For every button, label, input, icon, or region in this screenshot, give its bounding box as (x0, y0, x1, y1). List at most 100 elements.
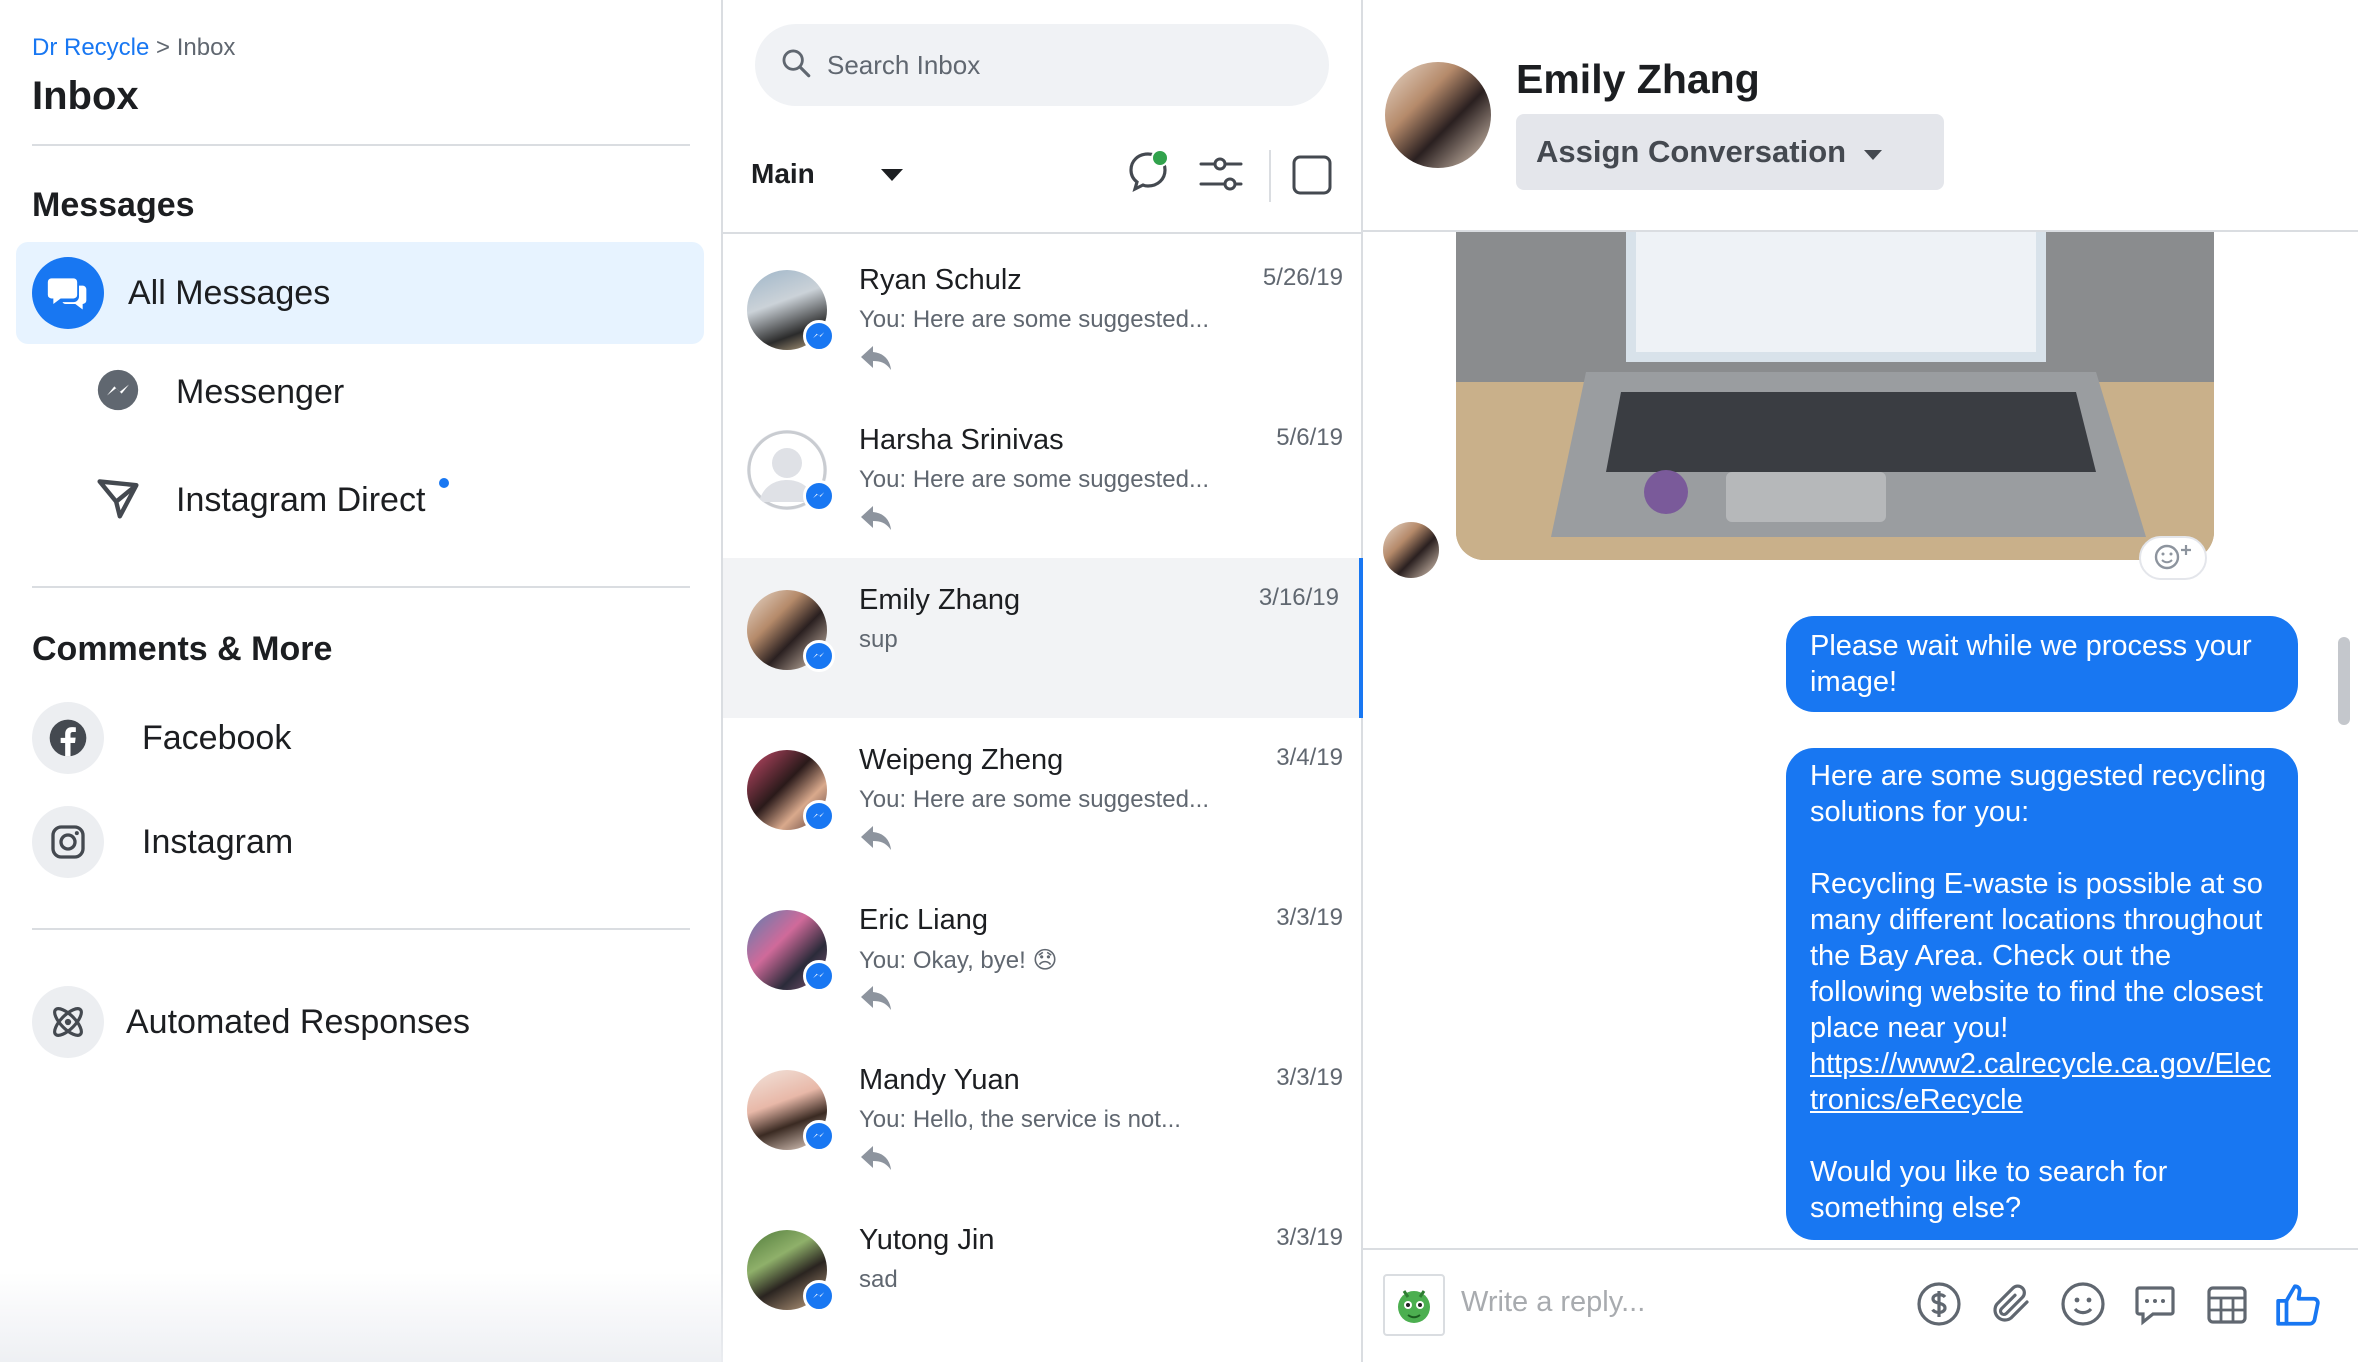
recycle-link[interactable]: https://www2.calrecycle.ca.gov/Electroni… (1810, 1048, 2271, 1116)
reply-input[interactable]: Write a reply... (1461, 1286, 1645, 1319)
avatar (1385, 62, 1491, 168)
message-snippet: sad (859, 1266, 898, 1293)
contact-name: Weipeng Zheng (859, 744, 1064, 776)
toolbar-divider (1269, 150, 1271, 202)
sidebar-footer-fade (0, 1272, 723, 1362)
replied-icon (859, 504, 893, 539)
message-snippet: You: Here are some suggested... (859, 306, 1209, 333)
instagram-icon (32, 806, 104, 878)
messenger-badge-icon (803, 640, 835, 672)
replied-icon (859, 1144, 893, 1179)
folder-dropdown[interactable]: Main (751, 158, 905, 190)
contact-name: Emily Zhang (859, 584, 1021, 616)
breadcrumb-separator: > (156, 34, 171, 61)
messenger-badge-icon (803, 1280, 835, 1312)
conversation-row-selected[interactable]: Emily Zhang 3/16/19 sup (723, 558, 1363, 718)
conversation-date: 3/3/19 (1276, 1064, 1343, 1091)
message-text: Would you like to search for something e… (1810, 1156, 2168, 1224)
sidebar-item-label: Automated Responses (126, 1002, 470, 1041)
divider (32, 928, 690, 930)
inbox-app: Dr Recycle > Inbox Inbox Messages All Me… (0, 0, 2358, 1362)
message-snippet: You: Hello, the service is not... (859, 1106, 1181, 1133)
attach-paperclip-icon[interactable] (1975, 1280, 2047, 1330)
caret-down-icon (1862, 134, 1884, 170)
caret-down-icon (879, 158, 905, 190)
saved-replies-icon[interactable] (2119, 1280, 2191, 1330)
conversation-row[interactable]: Yutong Jin 3/3/19 sad (723, 1198, 1363, 1358)
sliders-icon (1197, 157, 1245, 200)
search-input[interactable]: Search Inbox (827, 50, 980, 81)
scrollbar[interactable] (2338, 637, 2350, 725)
sidebar-item-instagram-direct[interactable]: Instagram Direct (96, 476, 450, 525)
folder-dropdown-label: Main (751, 158, 815, 189)
add-reaction-button[interactable] (2139, 536, 2207, 580)
messenger-badge-icon (803, 960, 835, 992)
assign-conversation-button[interactable]: Assign Conversation (1516, 114, 1944, 190)
page-title: Inbox (32, 74, 139, 118)
sidebar: Dr Recycle > Inbox Inbox Messages All Me… (0, 0, 723, 1362)
message-snippet: sup (859, 626, 898, 653)
chat-online-icon (1123, 149, 1173, 200)
image-attachment[interactable] (1456, 232, 2214, 560)
messenger-icon (96, 368, 140, 417)
sidebar-item-label: Facebook (142, 718, 292, 757)
message-text: Recycling E-waste is possible at so many… (1810, 868, 2263, 1044)
message-snippet: You: Here are some suggested... (859, 466, 1209, 493)
reply-composer: Write a reply... (1363, 1248, 2358, 1362)
search-bar[interactable]: Search Inbox (755, 24, 1329, 106)
select-all-checkbox[interactable] (1291, 154, 1333, 214)
contact-name: Harsha Srinivas (859, 424, 1064, 456)
messenger-badge-icon (803, 320, 835, 352)
filter-settings-button[interactable] (1197, 152, 1245, 212)
conversation-date: 3/16/19 (1258, 584, 1339, 611)
conversation-row[interactable]: Eric Liang 3/3/19 You: Okay, bye! 😞 (723, 878, 1363, 1038)
conversation-list-panel: Search Inbox Main Ryan Schulz 5/26/19 Yo… (723, 0, 1363, 1362)
unread-chat-filter-button[interactable] (1123, 146, 1173, 206)
replied-icon (859, 344, 893, 379)
sender-avatar (1383, 522, 1439, 578)
messenger-badge-icon (803, 480, 835, 512)
sidebar-item-all-messages[interactable]: All Messages (16, 242, 704, 344)
conversation-date: 3/3/19 (1276, 904, 1343, 931)
breadcrumb-link-dr-recycle[interactable]: Dr Recycle (32, 34, 149, 61)
outgoing-message-bubble: Here are some suggested recycling soluti… (1786, 748, 2298, 1240)
paper-plane-icon (96, 476, 140, 525)
atom-icon (32, 986, 104, 1058)
conversation-date: 3/3/19 (1276, 1224, 1343, 1251)
search-icon (779, 46, 813, 85)
breadcrumb: Dr Recycle > Inbox (32, 34, 235, 62)
divider (723, 232, 1363, 234)
conversation-date: 5/26/19 (1262, 264, 1343, 291)
breadcrumb-current: Inbox (176, 34, 236, 61)
payment-dollar-icon[interactable] (1903, 1280, 1975, 1330)
replied-icon (859, 824, 893, 859)
emoji-icon[interactable] (2047, 1280, 2119, 1330)
sidebar-item-automated-responses[interactable]: Automated Responses (32, 986, 470, 1058)
message-snippet: You: Okay, bye! 😞 (859, 947, 1058, 974)
conversation-row[interactable]: Mandy Yuan 3/3/19 You: Hello, the servic… (723, 1038, 1363, 1198)
thumbs-up-icon[interactable] (2263, 1280, 2335, 1330)
conversation-date: 5/6/19 (1276, 424, 1343, 451)
sidebar-item-label: All Messages (128, 273, 331, 312)
messenger-badge-icon (803, 1120, 835, 1152)
composer-toolbar (1903, 1280, 2335, 1330)
facebook-icon (32, 702, 104, 774)
messenger-badge-icon (803, 800, 835, 832)
conversation-panel: Emily Zhang Assign Conversation Please w… (1363, 0, 2358, 1362)
sidebar-item-facebook[interactable]: Facebook (32, 702, 291, 774)
appointment-calendar-icon[interactable] (2191, 1280, 2263, 1330)
contact-name: Ryan Schulz (859, 264, 1022, 296)
conversation-row[interactable]: Ryan Schulz 5/26/19 You: Here are some s… (723, 238, 1363, 398)
sidebar-item-instagram[interactable]: Instagram (32, 806, 293, 878)
sidebar-item-label: Instagram Direct (176, 481, 426, 519)
conversation-row[interactable]: Weipeng Zheng 3/4/19 You: Here are some … (723, 718, 1363, 878)
sidebar-item-label: Messenger (176, 373, 345, 411)
outgoing-message-bubble: Please wait while we process your image! (1786, 616, 2298, 712)
replied-icon (859, 984, 893, 1019)
conversation-date: 3/4/19 (1276, 744, 1343, 771)
conversation-row[interactable]: Harsha Srinivas 5/6/19 You: Here are som… (723, 398, 1363, 558)
contact-name: Eric Liang (859, 904, 988, 936)
sidebar-item-messenger[interactable]: Messenger (96, 368, 344, 417)
assign-conversation-label: Assign Conversation (1536, 134, 1847, 169)
contact-name-heading: Emily Zhang (1516, 56, 1760, 102)
